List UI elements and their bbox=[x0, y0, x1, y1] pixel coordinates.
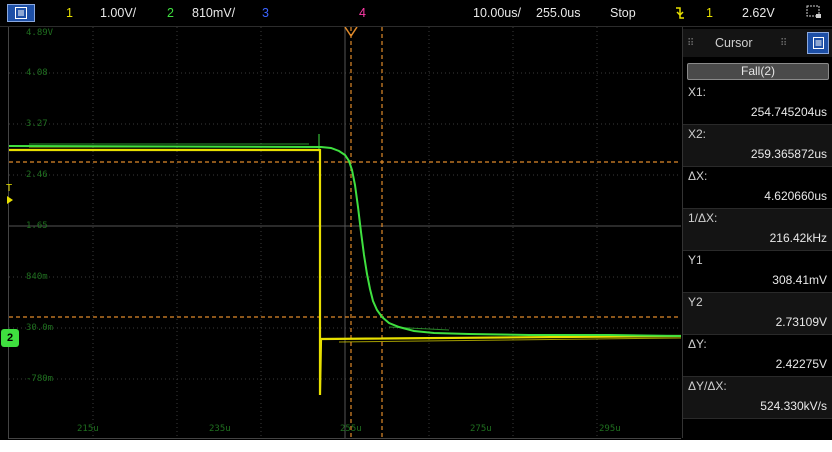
row-label: X1: bbox=[688, 85, 707, 99]
row-label: ΔY: bbox=[688, 337, 707, 351]
bottom-margin bbox=[0, 440, 832, 452]
row-value: 2.73109V bbox=[775, 315, 827, 329]
channel-2-number[interactable]: 2 bbox=[167, 6, 174, 20]
y-label-6: 30.0m bbox=[26, 323, 54, 333]
channel-2-ground-marker[interactable]: 2 bbox=[1, 329, 19, 347]
channel-4-number[interactable]: 4 bbox=[359, 6, 366, 20]
cursor-panel-title: Cursor bbox=[715, 36, 753, 50]
delta-x-row: ΔX: 4.620660us bbox=[683, 167, 832, 209]
row-label: Y2 bbox=[688, 295, 703, 309]
trigger-level[interactable]: 2.62V bbox=[742, 6, 775, 20]
channel-3-number[interactable]: 3 bbox=[262, 6, 269, 20]
y-label-1: 4.08 bbox=[26, 68, 48, 78]
trigger-level-marker[interactable]: T bbox=[6, 183, 12, 194]
cursor-x2-row[interactable]: X2: 259.365872us bbox=[683, 125, 832, 167]
row-value: 308.41mV bbox=[772, 273, 827, 287]
display-icon[interactable] bbox=[806, 5, 822, 19]
waveform-graph bbox=[9, 27, 681, 438]
panel-menu-button[interactable] bbox=[807, 32, 829, 54]
status-bar: 1 1.00V/ 2 810mV/ 3 4 10.00us/ 255.0us S… bbox=[0, 0, 832, 27]
x-label-3: 275u bbox=[470, 424, 492, 434]
inverse-delta-x-row: 1/ΔX: 216.42kHz bbox=[683, 209, 832, 251]
cursor-y2-row[interactable]: Y2 2.73109V bbox=[683, 293, 832, 335]
main-menu-button[interactable] bbox=[7, 4, 35, 22]
row-value: 524.330kV/s bbox=[760, 399, 827, 413]
timebase-scale[interactable]: 10.00us/ bbox=[473, 6, 521, 20]
trigger-channel[interactable]: 1 bbox=[706, 6, 713, 20]
x-label-2: 255u bbox=[340, 424, 362, 434]
y-label-3: 2.46 bbox=[26, 170, 48, 180]
y-label-2: 3.27 bbox=[26, 119, 48, 129]
row-label: ΔY/ΔX: bbox=[688, 379, 727, 393]
cursor-x1-row[interactable]: X1: 254.745204us bbox=[683, 83, 832, 125]
row-value: 259.365872us bbox=[750, 147, 827, 161]
falling-edge-trigger-icon[interactable] bbox=[674, 5, 686, 21]
y-label-5: 840m bbox=[26, 272, 48, 282]
menu-icon bbox=[813, 37, 824, 49]
x-label-1: 235u bbox=[209, 424, 231, 434]
row-value: 254.745204us bbox=[750, 105, 827, 119]
drag-handle-icon[interactable]: ⠿ bbox=[687, 38, 694, 49]
channel-1-number[interactable]: 1 bbox=[66, 6, 73, 20]
row-label: Y1 bbox=[688, 253, 703, 267]
row-label: X2: bbox=[688, 127, 707, 141]
row-value: 2.42275V bbox=[775, 357, 827, 371]
run-state[interactable]: Stop bbox=[610, 6, 636, 20]
cursor-mode-button[interactable]: Fall(2) bbox=[687, 63, 829, 80]
delta-y-row: ΔY: 2.42275V bbox=[683, 335, 832, 377]
row-label: 1/ΔX: bbox=[688, 211, 718, 225]
y-label-7: -780m bbox=[26, 374, 54, 384]
time-delay[interactable]: 255.0us bbox=[536, 6, 580, 20]
y-label-4: 1.65 bbox=[26, 221, 48, 231]
cursor-y1-row[interactable]: Y1 308.41mV bbox=[683, 251, 832, 293]
drag-handle-icon[interactable]: ⠿ bbox=[780, 38, 787, 49]
menu-icon bbox=[15, 7, 27, 19]
cursor-panel: ⠿ Cursor ⠿ Fall(2) X1: 254.745204us X2: … bbox=[682, 27, 832, 438]
channel-1-scale[interactable]: 1.00V/ bbox=[100, 6, 136, 20]
row-value: 216.42kHz bbox=[769, 231, 827, 245]
channel-2-scale[interactable]: 810mV/ bbox=[192, 6, 235, 20]
row-value: 4.620660us bbox=[764, 189, 827, 203]
graticule-center bbox=[9, 27, 681, 438]
cursor-panel-header: ⠿ Cursor ⠿ bbox=[683, 29, 832, 57]
trigger-arrow-icon bbox=[7, 196, 13, 204]
slope-row: ΔY/ΔX: 524.330kV/s bbox=[683, 377, 832, 419]
x-label-4: 295u bbox=[599, 424, 621, 434]
y-label-0: 4.89V bbox=[26, 28, 54, 38]
row-label: ΔX: bbox=[688, 169, 708, 183]
waveform-display[interactable]: T 2 4.89V 4.08 3.27 2.46 1.65 840m 30.0m… bbox=[1, 27, 681, 439]
ground-marker-label: 2 bbox=[6, 332, 14, 344]
x-label-0: 215u bbox=[77, 424, 99, 434]
